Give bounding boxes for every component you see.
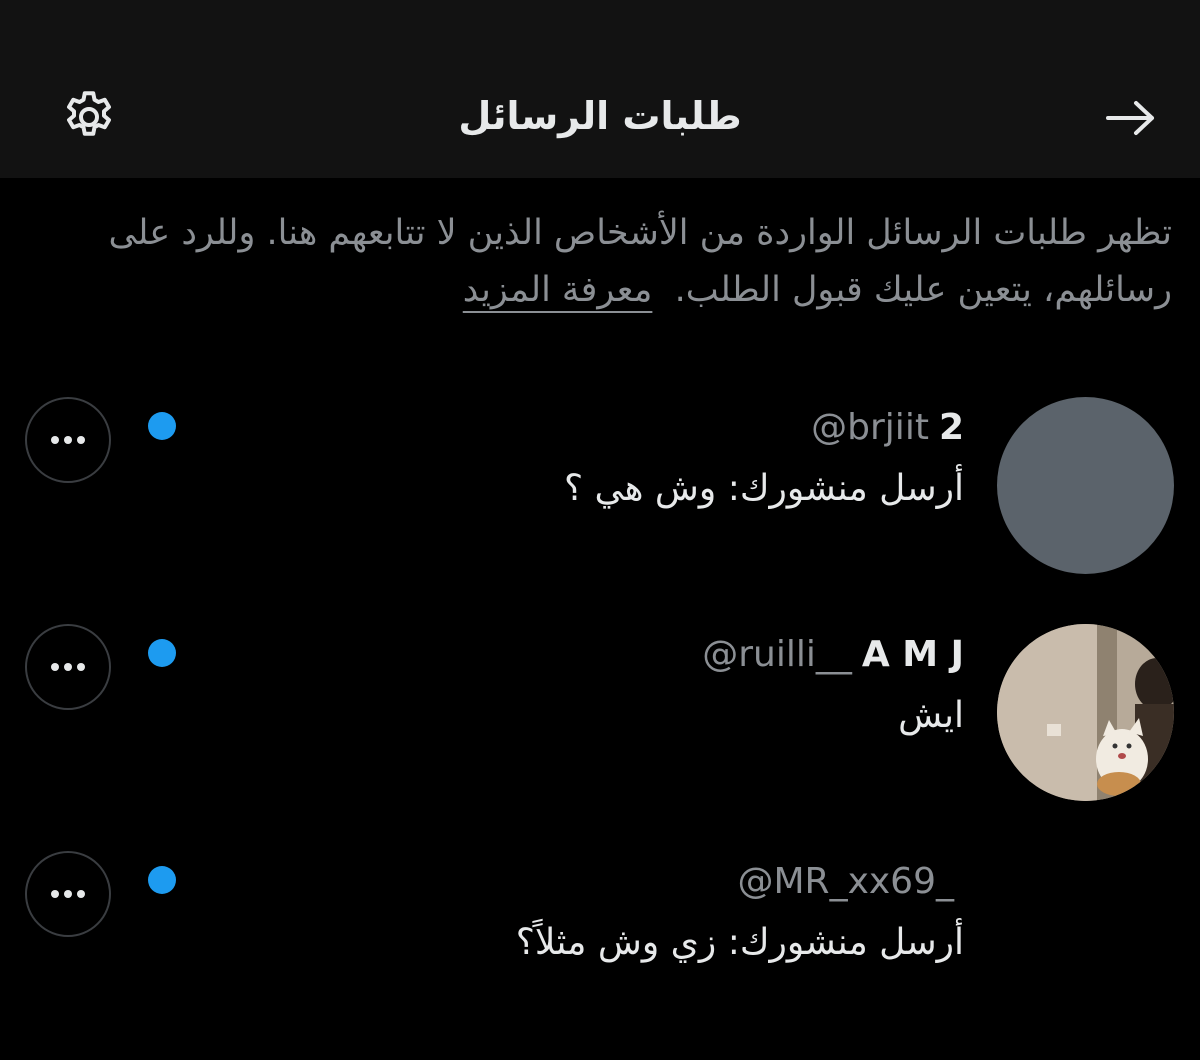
sender-line: @MR_xx69_ xyxy=(738,857,965,907)
message-preview: أرسل منشورك: زي وش مثلاً؟ xyxy=(515,922,964,963)
message-preview: أرسل منشورك: وش هي ؟ xyxy=(563,468,964,509)
unread-indicator xyxy=(148,866,176,894)
message-request-row[interactable]: 2@brjiit أرسل منشورك: وش هي ؟ xyxy=(0,397,1200,587)
more-icon xyxy=(51,436,85,444)
more-options-button[interactable] xyxy=(25,624,111,710)
user-handle: @brjiit xyxy=(811,407,929,448)
display-name: A M J xyxy=(861,634,964,675)
message-preview: ايش xyxy=(898,695,964,736)
avatar[interactable] xyxy=(997,624,1174,801)
learn-more-link[interactable]: معرفة المزيد xyxy=(463,270,653,310)
arrow-right-icon xyxy=(1106,101,1154,135)
more-options-button[interactable] xyxy=(25,397,111,483)
avatar[interactable] xyxy=(997,397,1174,574)
user-handle: @MR_xx69_ xyxy=(737,861,955,902)
unread-indicator xyxy=(148,412,176,440)
info-text: تظهر طلبات الرسائل الواردة من الأشخاص ال… xyxy=(40,205,1172,319)
display-name: 2 xyxy=(938,407,964,448)
back-button[interactable] xyxy=(1098,88,1164,148)
user-handle: @ruilli__ xyxy=(702,634,852,675)
cat-photo-icon xyxy=(997,624,1174,801)
page-title: طلبات الرسائل xyxy=(458,94,742,138)
more-options-button[interactable] xyxy=(25,851,111,937)
sender-line: A M J@ruilli__ xyxy=(702,630,964,680)
message-request-row[interactable]: A M J@ruilli__ ايش xyxy=(0,624,1200,814)
message-request-row[interactable]: @MR_xx69_ أرسل منشورك: زي وش مثلاً؟ xyxy=(0,851,1200,1041)
sender-line: 2@brjiit xyxy=(811,403,964,453)
more-icon xyxy=(51,663,85,671)
more-icon xyxy=(51,890,85,898)
top-bar: طلبات الرسائل xyxy=(0,0,1200,178)
unread-indicator xyxy=(148,639,176,667)
